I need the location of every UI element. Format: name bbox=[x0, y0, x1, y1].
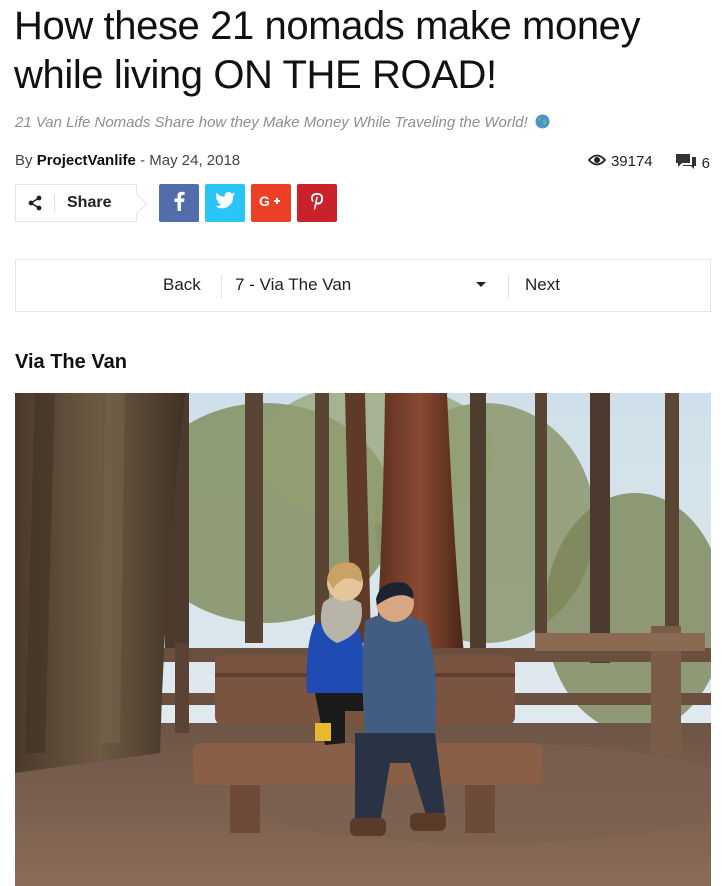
next-button[interactable]: Next bbox=[525, 275, 560, 295]
share-button[interactable]: Share bbox=[15, 184, 137, 222]
subtitle-text: 21 Van Life Nomads Share how they Make M… bbox=[15, 114, 528, 131]
article-meta: By ProjectVanlife - May 24, 2018 bbox=[15, 152, 240, 169]
article-photo bbox=[15, 393, 711, 886]
pager-divider bbox=[221, 274, 222, 298]
comment-icon bbox=[675, 153, 697, 173]
publish-date: May 24, 2018 bbox=[149, 152, 241, 169]
facebook-share-button[interactable] bbox=[159, 184, 199, 222]
section-heading: Via The Van bbox=[15, 351, 127, 373]
article-title: How these 21 nomads make money while liv… bbox=[14, 4, 641, 97]
date-separator: - bbox=[140, 152, 146, 169]
comment-count-value: 6 bbox=[701, 154, 710, 172]
slide-select[interactable]: 7 - Via The Van bbox=[235, 275, 351, 295]
google-plus-icon: G bbox=[259, 193, 283, 213]
slide-pager: Back 7 - Via The Van Next bbox=[15, 259, 711, 312]
author-link[interactable]: ProjectVanlife bbox=[37, 152, 136, 169]
svg-text:G: G bbox=[259, 194, 270, 208]
eye-icon bbox=[587, 153, 607, 170]
chevron-down-icon[interactable] bbox=[476, 282, 486, 287]
comment-count[interactable]: 6 bbox=[675, 153, 710, 173]
by-label: By bbox=[15, 152, 33, 169]
facebook-icon bbox=[173, 191, 185, 216]
twitter-icon bbox=[215, 192, 235, 214]
pinterest-icon bbox=[310, 192, 324, 215]
article-stats: 39174 6 bbox=[587, 149, 710, 173]
article-subtitle: 21 Van Life Nomads Share how they Make M… bbox=[15, 114, 715, 131]
view-count: 39174 bbox=[587, 152, 653, 170]
twitter-share-button[interactable] bbox=[205, 184, 245, 222]
back-button[interactable]: Back bbox=[163, 275, 201, 295]
view-count-value: 39174 bbox=[610, 152, 653, 170]
share-label: Share bbox=[67, 194, 112, 211]
pinterest-share-button[interactable] bbox=[297, 184, 337, 222]
globe-icon bbox=[535, 114, 550, 129]
google-plus-share-button[interactable]: G bbox=[251, 184, 291, 222]
share-divider bbox=[54, 194, 55, 212]
pager-divider bbox=[508, 274, 509, 298]
share-icon bbox=[24, 195, 46, 211]
